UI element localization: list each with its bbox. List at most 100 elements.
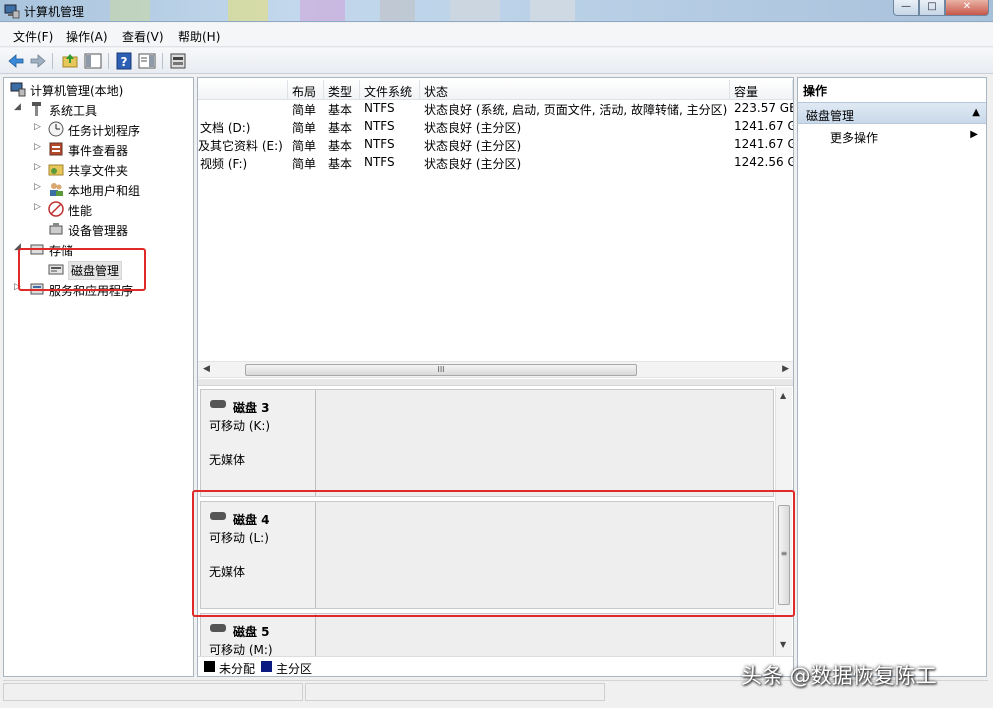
tree-item-system-tools[interactable]: ◢ 系统工具 <box>8 100 188 118</box>
cell-layout: 简单 <box>292 139 317 153</box>
cell-volume: 及其它资料 (E:) <box>198 139 283 153</box>
tree-item-computer-management[interactable]: 计算机管理(本地) <box>8 80 188 98</box>
wallpaper-decoration <box>530 0 575 21</box>
column-header-filesystem[interactable]: 文件系统 <box>360 80 420 100</box>
cell-type: 基本 <box>328 103 353 117</box>
scrollbar-thumb[interactable]: III <box>245 364 637 376</box>
menu-help[interactable]: 帮助(H) <box>178 28 220 45</box>
collapsed-arrow-icon[interactable]: ▷ <box>34 202 41 212</box>
cell-layout: 简单 <box>292 103 317 117</box>
column-header-status[interactable]: 状态 <box>420 80 730 100</box>
cell-volume: 文档 (D:) <box>200 121 251 135</box>
column-header-volume[interactable] <box>198 80 288 100</box>
event-viewer-icon <box>49 142 63 156</box>
disk-type: 可移动 (K:) <box>209 419 271 433</box>
cell-filesystem: NTFS <box>364 137 395 151</box>
legend: 未分配 主分区 <box>198 656 793 676</box>
wallpaper-decoration <box>110 0 150 21</box>
cell-status: 状态良好 (主分区) <box>424 139 522 153</box>
menu-file[interactable]: 文件(F) <box>13 28 53 45</box>
removable-disk-icon <box>210 400 226 408</box>
cell-capacity: 1241.67 G <box>734 119 793 133</box>
column-header-capacity[interactable]: 容量 <box>730 80 793 100</box>
toolbar: ? <box>0 48 993 74</box>
disk-row-3[interactable]: 磁盘 3 可移动 (K:) 无媒体 <box>200 389 774 497</box>
menu-action[interactable]: 操作(A) <box>66 28 108 45</box>
pane-splitter[interactable] <box>198 379 793 386</box>
horizontal-scrollbar[interactable]: ◀ III ▶ <box>198 361 793 378</box>
device-manager-icon <box>49 223 63 235</box>
actions-title: 操作 <box>803 84 828 98</box>
scroll-down-icon[interactable]: ▼ <box>780 640 786 649</box>
actions-section-disk-management[interactable]: 磁盘管理 ▲ <box>798 102 986 124</box>
cell-layout: 简单 <box>292 121 317 135</box>
disk-info-panel[interactable]: 磁盘 3 可移动 (K:) 无媒体 <box>201 390 316 496</box>
computer-management-icon <box>10 82 26 97</box>
users-icon <box>50 183 63 196</box>
show-hide-tree-icon[interactable] <box>83 51 103 71</box>
scroll-right-icon[interactable]: ▶ <box>782 364 789 374</box>
collapsed-arrow-icon[interactable]: ▷ <box>34 182 41 192</box>
cell-type: 基本 <box>328 157 353 171</box>
cell-type: 基本 <box>328 121 353 135</box>
minimize-button[interactable]: — <box>893 0 919 16</box>
console-tree: 计算机管理(本地) ◢ 系统工具 ▷ 任务计划程序 ▷ 事件查看器 ▷ 共享文件… <box>3 77 194 677</box>
tree-item-event-viewer[interactable]: ▷ 事件查看器 <box>8 140 188 158</box>
legend-swatch-primary <box>261 661 272 672</box>
scroll-left-icon[interactable]: ◀ <box>203 364 210 374</box>
legend-label: 未分配 <box>219 662 256 676</box>
forward-icon[interactable] <box>28 51 48 71</box>
wallpaper-decoration <box>228 0 268 21</box>
svg-text:?: ? <box>121 55 128 69</box>
tree-item-device-manager[interactable]: 设备管理器 <box>8 220 188 238</box>
menu-view[interactable]: 查看(V) <box>122 28 164 45</box>
tree-item-label: 事件查看器 <box>68 144 129 158</box>
column-header-layout[interactable]: 布局 <box>288 80 324 100</box>
cell-layout: 简单 <box>292 157 317 171</box>
highlight-box-disk-4 <box>192 490 795 617</box>
close-button[interactable]: ✕ <box>945 0 989 16</box>
help-icon[interactable]: ? <box>114 51 134 71</box>
up-folder-icon[interactable] <box>60 51 80 71</box>
tree-item-task-scheduler[interactable]: ▷ 任务计划程序 <box>8 120 188 138</box>
tree-item-shared-folders[interactable]: ▷ 共享文件夹 <box>8 160 188 178</box>
properties-icon[interactable] <box>137 51 157 71</box>
expanded-arrow-icon[interactable]: ◢ <box>14 102 21 112</box>
cell-filesystem: NTFS <box>364 119 395 133</box>
performance-icon <box>48 201 64 217</box>
highlight-box-disk-management <box>18 248 146 291</box>
disk-name: 磁盘 5 <box>233 625 270 639</box>
menu-bar: 文件(F) 操作(A) 查看(V) 帮助(H) <box>0 23 993 47</box>
column-header-type[interactable]: 类型 <box>324 80 360 100</box>
cell-volume: 视频 (F:) <box>200 157 248 171</box>
volume-list: 布局 类型 文件系统 状态 容量 简单 基本 NTFS 状态良好 (系统, 启动… <box>198 78 793 378</box>
tree-item-label: 设备管理器 <box>68 224 129 238</box>
disk-partition-area[interactable] <box>317 390 773 496</box>
more-actions-link[interactable]: 更多操作 <box>830 129 878 146</box>
cell-status: 状态良好 (主分区) <box>424 157 522 171</box>
back-icon[interactable] <box>6 51 26 71</box>
collapsed-arrow-icon[interactable]: ▷ <box>34 162 41 172</box>
collapsed-arrow-icon[interactable]: ▷ <box>34 142 41 152</box>
disk-settings-icon[interactable] <box>168 51 188 71</box>
title-bar: 计算机管理 — □ ✕ <box>0 0 993 22</box>
collapse-up-icon[interactable]: ▲ <box>972 107 980 118</box>
submenu-arrow-icon[interactable]: ▶ <box>970 129 978 140</box>
tree-item-label: 共享文件夹 <box>68 164 129 178</box>
wallpaper-decoration <box>380 0 415 21</box>
tree-item-label: 性能 <box>68 204 93 218</box>
tree-item-local-users[interactable]: ▷ 本地用户和组 <box>8 180 188 198</box>
actions-pane: 操作 磁盘管理 ▲ 更多操作 ▶ <box>797 77 987 677</box>
cell-type: 基本 <box>328 139 353 153</box>
maximize-button[interactable]: □ <box>919 0 945 16</box>
scroll-up-icon[interactable]: ▲ <box>780 391 786 400</box>
window-controls: — □ ✕ <box>893 0 989 16</box>
collapsed-arrow-icon[interactable]: ▷ <box>34 122 41 132</box>
removable-disk-icon <box>210 624 226 632</box>
tree-item-performance[interactable]: ▷ 性能 <box>8 200 188 218</box>
window-title: 计算机管理 <box>24 5 85 19</box>
wallpaper-decoration <box>300 0 345 21</box>
cell-capacity: 1242.56 G <box>734 155 793 169</box>
shared-folder-icon <box>48 164 64 176</box>
toolbar-separator <box>52 53 53 69</box>
